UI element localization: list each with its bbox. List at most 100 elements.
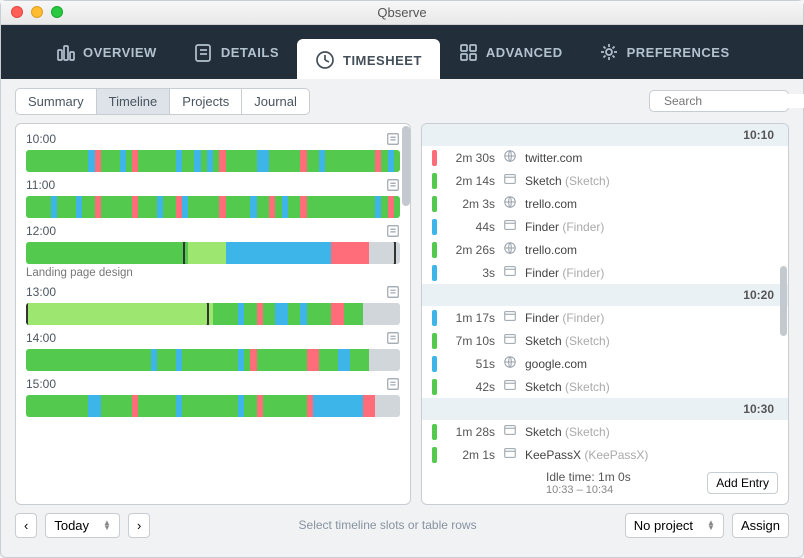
entry-name: trello.com <box>525 197 577 211</box>
duration: 1m 17s <box>445 311 495 325</box>
entry-name: twitter.com <box>525 151 582 165</box>
entry-row[interactable]: 44s Finder (Finder) <box>422 215 788 238</box>
hour-block[interactable]: 10:00 <box>16 128 410 174</box>
subtab-projects[interactable]: Projects <box>170 89 242 114</box>
entry-row[interactable]: 1m 17s Finder (Finder) <box>422 306 788 329</box>
tab-label: ADVANCED <box>486 45 563 60</box>
slot-caption: Landing page design <box>26 267 400 279</box>
hour-block[interactable]: 12:00 Landing page design <box>16 220 410 281</box>
duration: 1m 28s <box>445 425 495 439</box>
subtab-timeline[interactable]: Timeline <box>97 89 171 114</box>
category-dot <box>432 356 437 372</box>
minimize-icon[interactable] <box>31 6 43 18</box>
gear-icon <box>599 42 619 62</box>
hour-label: 10:00 <box>26 132 56 146</box>
category-dot <box>432 265 437 281</box>
timeline-slot[interactable] <box>394 196 400 218</box>
folder-icon <box>503 309 517 326</box>
hour-block[interactable]: 11:00 <box>16 174 410 220</box>
entry-row[interactable]: 2m 1s KeePassX (KeePassX) <box>422 443 788 466</box>
hour-block[interactable]: 15:00 <box>16 373 410 419</box>
scrollbar[interactable] <box>780 266 787 336</box>
category-dot <box>432 333 437 349</box>
bars-icon <box>55 42 75 62</box>
search-input[interactable] <box>664 94 804 108</box>
category-dot <box>432 447 437 463</box>
entries-list[interactable]: 10:10 2m 30s twitter.com 2m 14s Sketch (… <box>422 124 788 504</box>
note-icon[interactable] <box>386 132 400 146</box>
grid-icon <box>458 42 478 62</box>
hour-block[interactable]: 13:00 <box>16 281 410 327</box>
entry-name: Sketch (Sketch) <box>525 425 610 439</box>
duration: 2m 1s <box>445 448 495 462</box>
date-selector[interactable]: Today ▲▼ <box>45 513 120 538</box>
entry-row[interactable]: 1s Sketch (Sketch) <box>422 500 788 504</box>
hour-label: 13:00 <box>26 285 56 299</box>
note-icon[interactable] <box>386 285 400 299</box>
subtab-journal[interactable]: Journal <box>242 89 309 114</box>
subtab-summary[interactable]: Summary <box>16 89 97 114</box>
entry-name: Finder (Finder) <box>525 220 604 234</box>
timeline-slot[interactable] <box>394 395 400 417</box>
timeline-slot[interactable] <box>394 349 400 371</box>
globe-icon <box>503 355 517 372</box>
note-icon[interactable] <box>386 377 400 391</box>
timeline-pane: 10:00 11:00 12:00 Landing page design 13:… <box>15 123 411 505</box>
entry-name: Finder (Finder) <box>525 266 604 280</box>
folder-icon <box>503 264 517 281</box>
entry-name: KeePassX (KeePassX) <box>525 448 648 462</box>
main-nav: OVERVIEW DETAILS TIMESHEET ADVANCED PREF… <box>1 25 803 79</box>
search-box[interactable] <box>649 90 789 112</box>
hour-block[interactable]: 14:00 <box>16 327 410 373</box>
entry-row[interactable]: 2m 3s trello.com <box>422 192 788 215</box>
entry-name: Sketch (Sketch) <box>525 334 610 348</box>
add-entry-button[interactable]: Add Entry <box>707 472 778 494</box>
entry-row[interactable]: 42s Sketch (Sketch) <box>422 375 788 398</box>
entry-row[interactable]: 7m 10s Sketch (Sketch) <box>422 329 788 352</box>
globe-icon <box>503 149 517 166</box>
stepper-icon[interactable]: ▲▼ <box>103 520 111 530</box>
tab-advanced[interactable]: ADVANCED <box>440 25 581 79</box>
note-icon[interactable] <box>386 178 400 192</box>
project-selector[interactable]: No project ▲▼ <box>625 513 724 538</box>
scrollbar[interactable] <box>402 126 410 206</box>
duration: 2m 14s <box>445 174 495 188</box>
folder-icon <box>503 218 517 235</box>
stepper-icon[interactable]: ▲▼ <box>707 520 715 530</box>
entry-name: Sketch (Sketch) <box>525 174 610 188</box>
entry-row[interactable]: 2m 26s trello.com <box>422 238 788 261</box>
next-day-button[interactable]: › <box>128 513 150 538</box>
tab-details[interactable]: DETAILS <box>175 25 297 79</box>
entry-row[interactable]: 1m 28s Sketch (Sketch) <box>422 420 788 443</box>
duration: 2m 3s <box>445 197 495 211</box>
entry-row[interactable]: 2m 14s Sketch (Sketch) <box>422 169 788 192</box>
idle-text: Idle time: 1m 0s <box>546 470 631 484</box>
duration: 2m 30s <box>445 151 495 165</box>
assign-button[interactable]: Assign <box>732 513 789 538</box>
list-icon <box>193 42 213 62</box>
timeline-list[interactable]: 10:00 11:00 12:00 Landing page design 13:… <box>16 124 410 504</box>
zoom-icon[interactable] <box>51 6 63 18</box>
idle-row: Idle time: 1m 0s10:33 – 10:34 Add Entry <box>422 466 788 500</box>
category-dot <box>432 504 437 505</box>
note-icon[interactable] <box>386 331 400 345</box>
idle-range: 10:33 – 10:34 <box>546 484 631 496</box>
tab-overview[interactable]: OVERVIEW <box>37 25 175 79</box>
duration: 3s <box>445 266 495 280</box>
prev-day-button[interactable]: ‹ <box>15 513 37 538</box>
entry-row[interactable]: 51s google.com <box>422 352 788 375</box>
timeline-slot[interactable] <box>394 303 400 325</box>
timeline-slot[interactable] <box>394 150 400 172</box>
tab-preferences[interactable]: PREFERENCES <box>581 25 748 79</box>
entry-row[interactable]: 2m 30s twitter.com <box>422 146 788 169</box>
duration: 42s <box>445 380 495 394</box>
entry-name: google.com <box>525 357 587 371</box>
tab-timesheet[interactable]: TIMESHEET <box>297 39 440 79</box>
note-icon[interactable] <box>386 224 400 238</box>
globe-icon <box>503 241 517 258</box>
titlebar: Qbserve <box>1 1 803 25</box>
close-icon[interactable] <box>11 6 23 18</box>
entry-row[interactable]: 3s Finder (Finder) <box>422 261 788 284</box>
project-label: No project <box>634 518 693 533</box>
bottom-bar: ‹ Today ▲▼ › Select timeline slots or ta… <box>1 505 803 545</box>
